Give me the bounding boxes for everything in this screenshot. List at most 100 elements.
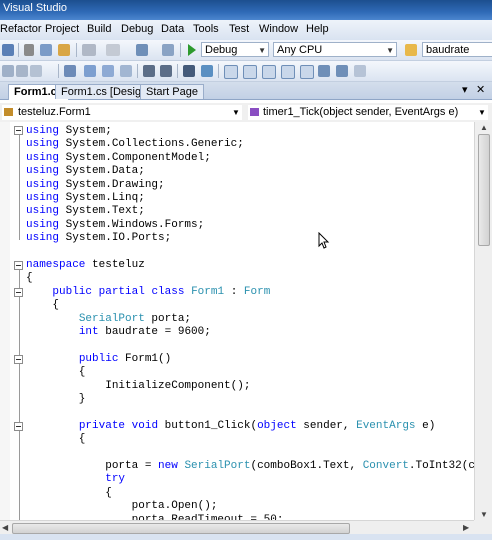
find-in-files-icon[interactable] <box>405 44 417 56</box>
collapse-method-icon[interactable] <box>14 422 23 431</box>
solution-platform-select[interactable]: Any CPU ▼ <box>273 42 397 57</box>
find-input[interactable]: baudrate <box>422 42 492 57</box>
code-line[interactable]: InitializeComponent(); <box>26 380 250 393</box>
close-document-icon[interactable]: ✕ <box>476 83 485 96</box>
navigate-forward-icon[interactable] <box>162 44 174 56</box>
menu-build[interactable]: Build <box>87 23 111 35</box>
scroll-up-icon[interactable]: ▲ <box>480 123 488 132</box>
code-line[interactable]: int baudrate = 9600; <box>26 326 211 339</box>
code-line[interactable]: } <box>26 393 86 406</box>
code-line[interactable]: { <box>26 433 86 446</box>
solution-configuration-value: Debug <box>205 44 238 56</box>
code-line[interactable]: using System.Drawing; <box>26 179 165 192</box>
member-select[interactable]: timer1_Tick(object sender, EventArgs e) … <box>248 105 488 120</box>
collapse-class-icon[interactable] <box>14 288 23 297</box>
code-line[interactable]: try <box>26 473 125 486</box>
code-line[interactable]: using System.Text; <box>26 205 145 218</box>
uncomment-lines-icon[interactable] <box>201 65 213 77</box>
navigate-backward-icon[interactable] <box>136 44 148 56</box>
active-files-dropdown-icon[interactable]: ▾ <box>462 83 468 96</box>
keyword-token: using <box>26 205 60 218</box>
scroll-left-icon[interactable]: ◀ <box>2 523 8 532</box>
chevron-down-icon: ▼ <box>232 108 240 117</box>
cut-icon[interactable] <box>24 44 34 56</box>
vertical-scroll-thumb[interactable] <box>478 134 490 246</box>
redo-icon[interactable] <box>106 44 120 56</box>
code-line[interactable]: SerialPort porta; <box>26 313 191 326</box>
code-line[interactable]: public partial class Form1 : Form <box>26 286 270 299</box>
menu-project[interactable]: Project <box>45 23 79 35</box>
scroll-right-icon[interactable]: ▶ <box>463 523 469 532</box>
collapse-constructor-icon[interactable] <box>14 355 23 364</box>
menu-help[interactable]: Help <box>306 23 329 35</box>
code-line[interactable]: using System.Windows.Forms; <box>26 219 204 232</box>
previous-bookmark-icon[interactable] <box>243 65 257 79</box>
parameter-info-icon[interactable] <box>84 65 96 77</box>
window-title: Visual Studio <box>3 2 68 14</box>
previous-bookmark-in-folder-icon[interactable] <box>281 65 295 79</box>
code-token: .ToInt32(comb <box>408 460 474 472</box>
text-editor-toolbar <box>0 61 492 82</box>
copy-icon[interactable] <box>40 44 52 56</box>
vertical-scrollbar[interactable]: ▲ ▼ <box>474 122 492 520</box>
code-line[interactable]: using System.Collections.Generic; <box>26 138 244 151</box>
horizontal-scrollbar[interactable]: ◀ ▶ <box>0 520 474 535</box>
code-line[interactable]: porta = new SerialPort(comboBox1.Text, C… <box>26 460 474 473</box>
toggle-bookmark-icon[interactable] <box>224 65 238 79</box>
menu-data[interactable]: Data <box>161 23 184 35</box>
code-line[interactable]: porta.Open(); <box>26 500 218 513</box>
solution-configuration-select[interactable]: Debug ▼ <box>201 42 269 57</box>
align-right-icon[interactable] <box>30 65 42 77</box>
paste-icon[interactable] <box>58 44 70 56</box>
code-line[interactable]: private void button1_Click(object sender… <box>26 419 436 433</box>
code-line[interactable]: namespace testeluz <box>26 259 145 272</box>
scroll-down-icon[interactable]: ▼ <box>480 510 488 519</box>
horizontal-scroll-thumb[interactable] <box>12 523 350 534</box>
keyword-token: try <box>105 473 126 486</box>
menu-test[interactable]: Test <box>229 23 249 35</box>
next-bookmark-in-document-icon[interactable] <box>336 65 348 77</box>
previous-bookmark-in-document-icon[interactable] <box>318 65 330 77</box>
code-line[interactable]: using System.Data; <box>26 165 145 178</box>
menu-tools[interactable]: Tools <box>193 23 219 35</box>
menu-refactor[interactable]: Refactor <box>0 23 42 35</box>
menu-debug[interactable]: Debug <box>121 23 153 35</box>
next-bookmark-icon[interactable] <box>262 65 276 79</box>
keyword-token: void <box>131 419 159 432</box>
code-line[interactable]: public Form1() <box>26 353 171 366</box>
save-all-icon[interactable] <box>2 44 14 56</box>
keyword-token: public <box>78 352 119 365</box>
start-debugging-icon[interactable] <box>188 44 196 56</box>
complete-word-icon[interactable] <box>120 65 132 77</box>
code-line[interactable]: { <box>26 299 59 312</box>
quick-info-icon[interactable] <box>102 65 114 77</box>
collapse-usings-icon[interactable] <box>14 126 23 135</box>
code-line[interactable]: using System.ComponentModel; <box>26 152 211 165</box>
display-object-member-list-icon[interactable] <box>64 65 76 77</box>
code-line[interactable]: { <box>26 487 112 500</box>
code-line[interactable]: using System; <box>26 125 112 138</box>
code-line[interactable]: { <box>26 272 33 285</box>
status-bar <box>0 534 492 540</box>
collapse-namespace-icon[interactable] <box>14 261 23 270</box>
menu-window[interactable]: Window <box>259 23 298 35</box>
code-line[interactable]: { <box>26 366 86 379</box>
clear-bookmarks-icon[interactable] <box>354 65 366 77</box>
undo-icon[interactable] <box>82 44 96 56</box>
next-bookmark-in-folder-icon[interactable] <box>300 65 314 79</box>
code-editor[interactable]: using System; using System.Collections.Ge… <box>0 122 474 520</box>
member-select-value: timer1_Tick(object sender, EventArgs e) <box>263 106 459 118</box>
code-token: System.Drawing; <box>59 178 165 191</box>
comment-lines-icon[interactable] <box>183 65 195 77</box>
toolbar-separator <box>137 64 138 78</box>
code-token: System.ComponentModel; <box>59 151 211 164</box>
code-line[interactable]: using System.Linq; <box>26 192 145 205</box>
decrease-indent-icon[interactable] <box>143 65 155 77</box>
align-left-icon[interactable] <box>2 65 14 77</box>
increase-indent-icon[interactable] <box>160 65 172 77</box>
tab-start-page[interactable]: Start Page <box>140 84 204 99</box>
code-line[interactable]: using System.IO.Ports; <box>26 232 171 245</box>
type-select[interactable]: testeluz.Form1 ▼ <box>2 105 242 120</box>
align-center-icon[interactable] <box>16 65 28 77</box>
